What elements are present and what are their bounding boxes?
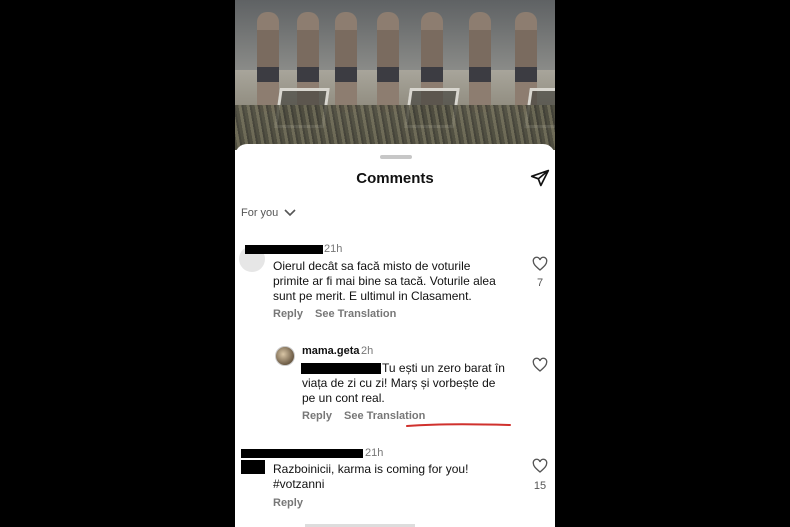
- post-photo: [235, 0, 555, 150]
- comment-text: Oierul decât sa facă misto de voturile p…: [273, 259, 496, 303]
- redacted-avatar: [241, 460, 265, 474]
- heart-outline-icon[interactable]: [532, 458, 548, 474]
- comment-time: 2h: [361, 345, 374, 357]
- person-figure: [469, 12, 491, 112]
- comment-time: 21h: [365, 447, 384, 459]
- redacted-username: [241, 449, 363, 458]
- heart-outline-icon[interactable]: [532, 256, 548, 272]
- like-count: 7: [536, 277, 544, 289]
- redacted-username: [245, 245, 323, 254]
- sheet-title: Comments: [356, 170, 434, 187]
- filter-dropdown[interactable]: For you: [241, 207, 296, 219]
- avatar[interactable]: [275, 346, 295, 366]
- heart-outline-icon[interactable]: [532, 357, 548, 373]
- phone-screen: Comments For you 21h Oierul decât sa fac…: [235, 0, 555, 527]
- filter-label: For you: [241, 207, 279, 219]
- drag-handle[interactable]: [380, 155, 412, 159]
- see-translation-button[interactable]: See Translation: [315, 308, 396, 320]
- comment-text: Tu ești un zero barat în viața de zi cu …: [302, 361, 505, 405]
- like-count: 15: [533, 480, 547, 492]
- comments-sheet: Comments For you 21h Oierul decât sa fac…: [235, 144, 555, 527]
- reply-button[interactable]: Reply: [302, 410, 332, 422]
- person-figure: [335, 12, 357, 112]
- chevron-down-icon: [284, 209, 296, 217]
- reply-button[interactable]: Reply: [273, 308, 303, 320]
- send-icon[interactable]: [530, 168, 550, 188]
- person-figure: [377, 12, 399, 112]
- annotation-underline: [406, 423, 511, 427]
- comment-text: Razboinicii, karma is coming for you! #v…: [273, 462, 469, 491]
- username[interactable]: mama.geta: [302, 345, 359, 357]
- comment-time: 21h: [324, 243, 343, 255]
- reply-button[interactable]: Reply: [273, 497, 303, 509]
- person-figure: [257, 12, 279, 112]
